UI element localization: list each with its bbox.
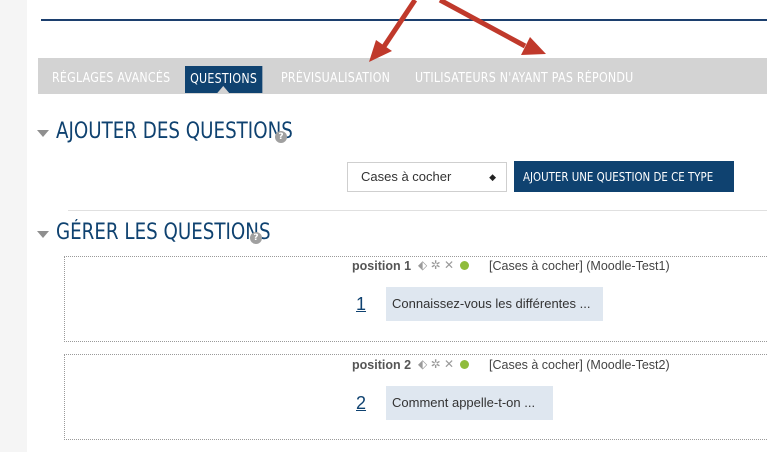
question-type-select-value: Cases à cocher [361, 169, 452, 184]
header-divider [41, 19, 767, 21]
position-label: position 1 [352, 259, 412, 273]
tab-bar: Réglages avancés Questions Prévisualisat… [38, 58, 767, 94]
question-number-link[interactable]: 1 [356, 294, 366, 315]
status-dot-icon [460, 360, 470, 370]
question-text: Comment appelle-t-on ... [386, 386, 553, 420]
gear-icon[interactable]: ✲ [431, 357, 441, 371]
close-icon[interactable]: ✕ [444, 357, 454, 371]
question-circle-icon[interactable]: ? [275, 131, 287, 143]
move-icon[interactable]: ⬖ [418, 357, 427, 371]
gear-icon[interactable]: ✲ [431, 258, 441, 272]
caret-down-icon[interactable] [37, 231, 49, 238]
question-type-select[interactable]: Cases à cocher ◆ [347, 162, 507, 192]
move-icon[interactable]: ⬖ [418, 258, 427, 272]
tab-preview[interactable]: Prévisualisation [281, 67, 390, 91]
question-text: Connaissez-vous les différentes ... [386, 287, 603, 321]
question-position: position 2 [352, 358, 411, 372]
add-questions-heading[interactable]: Ajouter des questions [56, 119, 293, 144]
caret-down-icon[interactable] [37, 130, 49, 137]
question-position: position 1 [352, 259, 411, 273]
question-actions: ⬖ ✲ ✕ [418, 357, 470, 371]
question-number-link[interactable]: 2 [356, 393, 366, 414]
question-type: [Cases à cocher] (Moodle-Test2) [489, 358, 670, 372]
status-dot-icon [460, 261, 470, 271]
tab-advanced-settings[interactable]: Réglages avancés [52, 67, 170, 91]
question-actions: ⬖ ✲ ✕ [418, 258, 470, 272]
tab-non-respondents[interactable]: Utilisateurs n'ayant pas répondu [415, 67, 634, 91]
question-circle-icon[interactable]: ? [250, 232, 262, 244]
add-question-button-label: Ajouter une question de ce type [523, 169, 714, 184]
tab-questions[interactable]: Questions [185, 66, 263, 93]
close-icon[interactable]: ✕ [444, 258, 454, 272]
question-type: [Cases à cocher] (Moodle-Test1) [489, 259, 670, 273]
position-label: position 2 [352, 358, 412, 372]
section-divider [68, 210, 767, 211]
select-arrows-icon: ◆ [489, 172, 496, 182]
add-question-button[interactable]: Ajouter une question de ce type [514, 161, 734, 192]
manage-questions-heading[interactable]: Gérer les questions [56, 220, 271, 245]
